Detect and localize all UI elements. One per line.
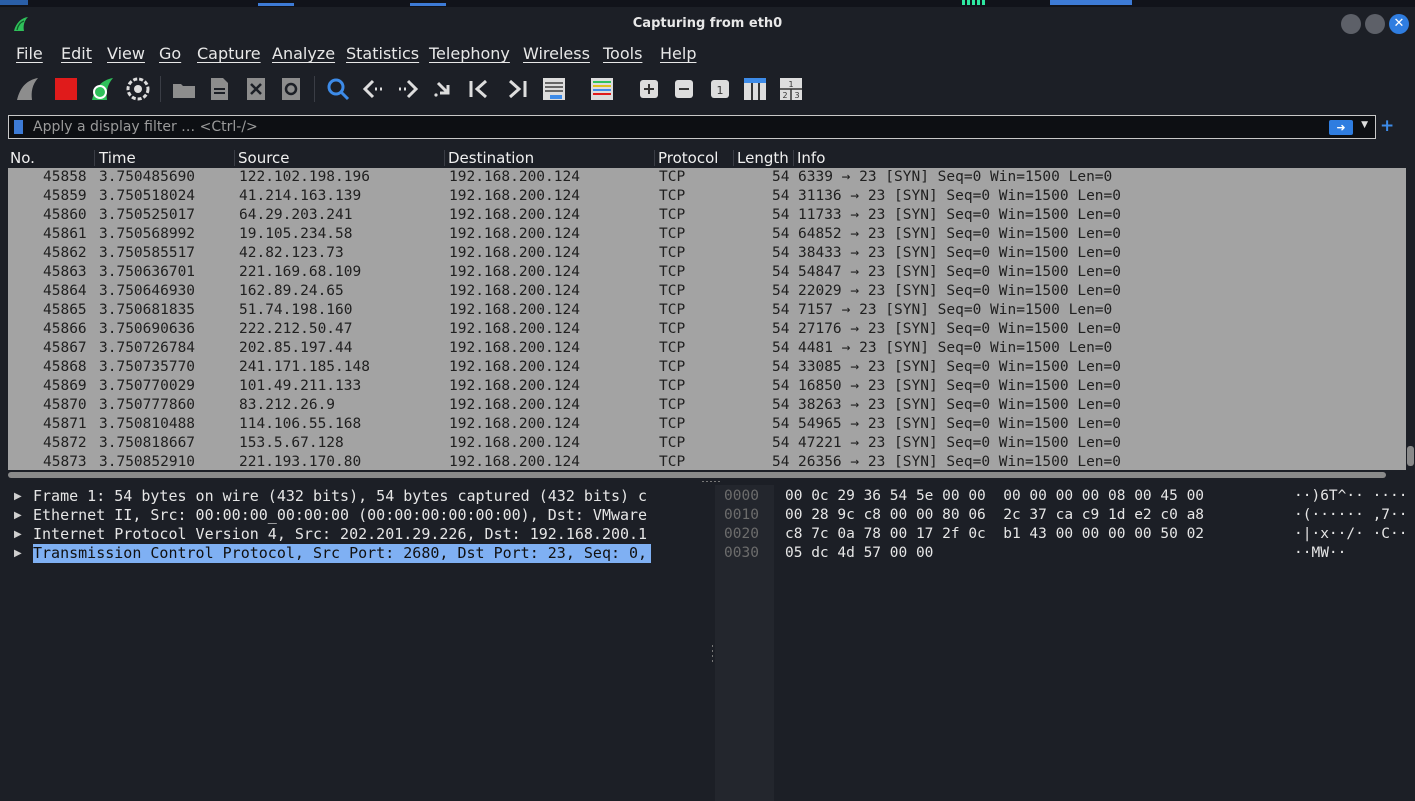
menu-go[interactable]: Go <box>159 44 181 63</box>
packet-row[interactable]: 45867 3.750726784 202.85.197.44 192.168.200… <box>8 339 1406 358</box>
packet-row[interactable]: 45872 3.750818667 153.5.67.128 192.168.200.… <box>8 434 1406 453</box>
stop-capture-icon[interactable] <box>52 75 80 103</box>
hex-row[interactable]: 0000 00 0c 29 36 54 5e 00 00 00 00 00 00 … <box>715 487 1415 506</box>
column-header-time[interactable]: Time <box>99 149 136 167</box>
minimize-button[interactable] <box>1341 14 1361 34</box>
detail-tree-item[interactable]: ▶ Internet Protocol Version 4, Src: 202.2… <box>0 525 710 544</box>
reload-file-icon[interactable] <box>277 75 305 103</box>
packet-row[interactable]: 45871 3.750810488 114.106.55.168 192.168.20… <box>8 415 1406 434</box>
packet-list-vertical-scrollbar[interactable] <box>1406 168 1415 470</box>
column-header-length[interactable]: Length <box>737 149 789 167</box>
menu-bar: File Edit View Go Capture Analyze Statis… <box>0 41 1415 67</box>
go-forward-icon[interactable] <box>394 75 422 103</box>
packet-row[interactable]: 45863 3.750636701 221.169.68.109 192.168.20… <box>8 263 1406 282</box>
display-filter-bar: ➜ ▼ <box>8 115 1376 139</box>
open-file-icon[interactable] <box>170 75 198 103</box>
zoom-in-icon[interactable] <box>635 75 663 103</box>
column-header-protocol[interactable]: Protocol <box>658 149 718 167</box>
menu-wireless[interactable]: Wireless <box>523 44 590 63</box>
packet-row[interactable]: 45859 3.750518024 41.214.163.139 192.168.20… <box>8 187 1406 206</box>
restart-capture-icon[interactable] <box>89 75 117 103</box>
svg-text:1: 1 <box>717 84 724 97</box>
svg-text:3: 3 <box>794 91 799 100</box>
filter-bookmark-icon[interactable] <box>14 120 23 134</box>
menu-help[interactable]: Help <box>660 44 696 63</box>
menu-file[interactable]: File <box>16 44 43 63</box>
last-packet-icon[interactable] <box>502 75 530 103</box>
detail-tree-item[interactable]: ▶ Ethernet II, Src: 00:00:00_00:00:00 (00… <box>0 506 710 525</box>
hex-row[interactable]: 0020 c8 7c 0a 78 00 17 2f 0c b1 43 00 00 … <box>715 525 1415 544</box>
close-file-icon[interactable] <box>242 75 270 103</box>
arrow-right-icon: ➜ <box>1336 121 1346 134</box>
packet-row[interactable]: 45862 3.750585517 42.82.123.73 192.168.200.… <box>8 244 1406 263</box>
packet-row[interactable]: 45870 3.750777860 83.212.26.9 192.168.200.1… <box>8 396 1406 415</box>
colorize-icon[interactable] <box>588 75 616 103</box>
find-packet-icon[interactable] <box>324 75 352 103</box>
menu-telephony[interactable]: Telephony <box>429 44 510 63</box>
column-header-destination[interactable]: Destination <box>448 149 534 167</box>
detail-tree-item-selected[interactable]: ▶ Transmission Control Protocol, Src Port… <box>0 544 710 563</box>
column-header-source[interactable]: Source <box>238 149 290 167</box>
packet-row[interactable]: 45868 3.750735770 241.171.185.148 192.168.2… <box>8 358 1406 377</box>
packet-row[interactable]: 45866 3.750690636 222.212.50.47 192.168.200… <box>8 320 1406 339</box>
menu-statistics[interactable]: Statistics <box>346 44 419 63</box>
menu-capture[interactable]: Capture <box>197 44 261 63</box>
main-toolbar: 1 123 <box>0 70 1415 108</box>
menu-tools[interactable]: Tools <box>603 44 642 63</box>
packet-details-pane: ▶ Frame 1: 54 bytes on wire (432 bits), 5… <box>0 485 710 801</box>
go-to-packet-icon[interactable] <box>430 75 458 103</box>
normal-size-icon[interactable]: 1 <box>706 75 734 103</box>
column-header-no[interactable]: No. <box>10 149 35 167</box>
packet-row[interactable]: 45858 3.750485690 122.102.198.196 192.168.2… <box>8 168 1406 187</box>
filter-history-chevron-icon[interactable]: ▼ <box>1361 120 1368 130</box>
packet-list-horizontal-scrollbar[interactable] <box>8 470 1406 480</box>
title-bar: Capturing from eth0 ✕ <box>0 7 1415 41</box>
add-filter-button-plus-icon[interactable]: + <box>1380 116 1394 136</box>
packet-list-header: No. Time Source Destination Protocol Len… <box>0 148 1408 168</box>
svg-text:2: 2 <box>782 91 787 100</box>
column-header-info[interactable]: Info <box>797 149 825 167</box>
maximize-button[interactable] <box>1365 14 1385 34</box>
save-file-icon[interactable] <box>205 75 233 103</box>
packet-row[interactable]: 45864 3.750646930 162.89.24.65 192.168.200.… <box>8 282 1406 301</box>
packet-row[interactable]: 45865 3.750681835 51.74.198.160 192.168.200… <box>8 301 1406 320</box>
shark-fin-icon[interactable] <box>14 75 42 103</box>
capture-options-icon[interactable] <box>124 75 152 103</box>
apply-filter-button[interactable]: ➜ <box>1329 120 1353 135</box>
autoscroll-icon[interactable] <box>540 75 568 103</box>
menu-view[interactable]: View <box>107 44 145 63</box>
close-button[interactable]: ✕ <box>1389 14 1409 34</box>
hex-row[interactable]: 0030 05 dc 4d 57 00 00 ··MW·· <box>715 544 1415 563</box>
svg-text:1: 1 <box>788 80 793 89</box>
menu-edit[interactable]: Edit <box>61 44 92 63</box>
packet-list: 45858 3.750485690 122.102.198.196 192.168.2… <box>8 168 1406 470</box>
detail-tree-item[interactable]: ▶ Frame 1: 54 bytes on wire (432 bits), 5… <box>0 487 710 506</box>
expand-arrow-icon[interactable]: ▶ <box>14 506 22 525</box>
expand-arrow-icon[interactable]: ▶ <box>14 544 22 563</box>
packet-row[interactable]: 45873 3.750852910 221.193.170.80 192.168.20… <box>8 453 1406 470</box>
display-filter-input[interactable] <box>33 118 1033 136</box>
system-taskbar-strip <box>0 0 1415 7</box>
zoom-out-icon[interactable] <box>670 75 698 103</box>
packet-row[interactable]: 45861 3.750568992 19.105.234.58 192.168.200… <box>8 225 1406 244</box>
packet-bytes-pane: 0000 00 0c 29 36 54 5e 00 00 00 00 00 00 … <box>715 485 1415 801</box>
split-view-icon[interactable]: 12 3 <box>777 75 805 103</box>
packet-row[interactable]: 45860 3.750525017 64.29.203.241 192.168.200… <box>8 206 1406 225</box>
go-back-icon[interactable] <box>359 75 387 103</box>
hex-row[interactable]: 0010 00 28 9c c8 00 00 80 06 2c 37 ca c9 … <box>715 506 1415 525</box>
first-packet-icon[interactable] <box>466 75 494 103</box>
window-title: Capturing from eth0 <box>632 16 783 31</box>
menu-analyze[interactable]: Analyze <box>272 44 335 63</box>
resize-columns-icon[interactable] <box>741 75 769 103</box>
packet-row[interactable]: 45869 3.750770029 101.49.211.133 192.168.20… <box>8 377 1406 396</box>
close-icon: ✕ <box>1393 16 1405 31</box>
expand-arrow-icon[interactable]: ▶ <box>14 525 22 544</box>
expand-arrow-icon[interactable]: ▶ <box>14 487 22 506</box>
